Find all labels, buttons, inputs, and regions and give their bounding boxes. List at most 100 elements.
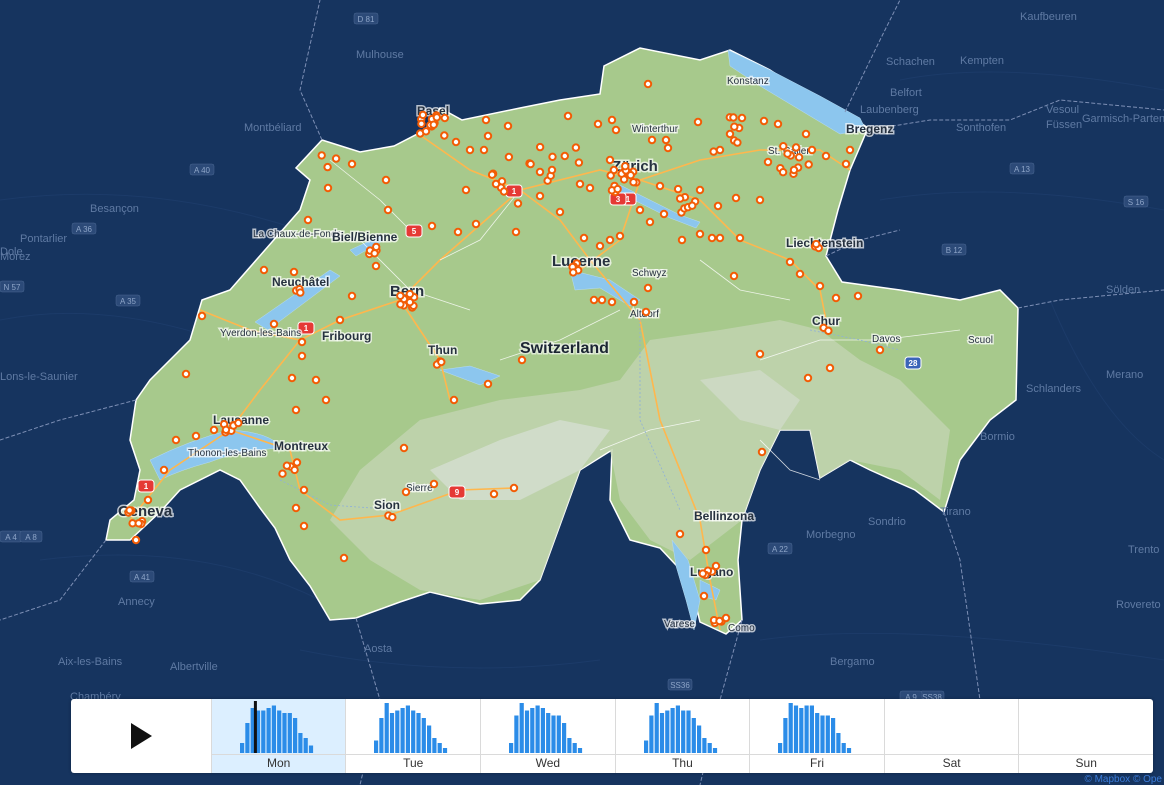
event-marker[interactable] bbox=[335, 315, 345, 325]
event-marker[interactable] bbox=[569, 268, 578, 277]
event-marker[interactable] bbox=[621, 162, 630, 171]
event-marker[interactable] bbox=[711, 561, 721, 571]
event-marker[interactable] bbox=[278, 469, 287, 478]
event-marker[interactable] bbox=[297, 351, 307, 361]
event-marker[interactable] bbox=[845, 145, 855, 155]
event-marker[interactable] bbox=[479, 145, 489, 155]
event-marker[interactable] bbox=[677, 235, 687, 245]
event-marker[interactable] bbox=[701, 545, 711, 555]
event-marker[interactable] bbox=[821, 151, 831, 161]
event-marker[interactable] bbox=[763, 157, 773, 167]
event-marker[interactable] bbox=[209, 425, 219, 435]
event-marker[interactable] bbox=[645, 217, 655, 227]
event-marker[interactable] bbox=[517, 355, 527, 365]
event-marker[interactable] bbox=[589, 295, 599, 305]
event-marker[interactable] bbox=[730, 122, 739, 131]
event-marker[interactable] bbox=[269, 319, 279, 329]
event-marker[interactable] bbox=[783, 149, 792, 158]
event-marker[interactable] bbox=[713, 201, 723, 211]
event-marker[interactable] bbox=[465, 145, 475, 155]
event-marker[interactable] bbox=[824, 326, 833, 335]
event-marker[interactable] bbox=[548, 152, 557, 162]
event-marker[interactable] bbox=[635, 205, 645, 215]
event-marker[interactable] bbox=[605, 235, 615, 245]
event-marker[interactable] bbox=[323, 162, 332, 172]
event-marker[interactable] bbox=[715, 145, 725, 155]
map-attribution[interactable]: © Mapbox © Ope bbox=[1084, 774, 1162, 785]
event-marker[interactable] bbox=[735, 233, 745, 243]
event-marker[interactable] bbox=[641, 307, 651, 317]
event-marker[interactable] bbox=[721, 613, 731, 623]
event-marker[interactable] bbox=[401, 487, 411, 497]
event-marker[interactable] bbox=[290, 465, 299, 475]
event-marker[interactable] bbox=[795, 269, 805, 279]
event-marker[interactable] bbox=[131, 535, 141, 545]
event-marker[interactable] bbox=[803, 373, 813, 383]
event-marker[interactable] bbox=[437, 357, 446, 367]
event-marker[interactable] bbox=[489, 489, 499, 499]
event-marker[interactable] bbox=[709, 147, 718, 156]
event-marker[interactable] bbox=[779, 142, 788, 151]
event-marker[interactable] bbox=[259, 265, 269, 275]
event-marker[interactable] bbox=[731, 193, 741, 203]
event-marker[interactable] bbox=[291, 405, 301, 415]
event-marker[interactable] bbox=[729, 113, 738, 122]
event-marker[interactable] bbox=[323, 183, 333, 193]
event-marker[interactable] bbox=[755, 195, 765, 205]
event-marker[interactable] bbox=[853, 291, 863, 301]
event-marker[interactable] bbox=[440, 113, 449, 123]
event-marker[interactable] bbox=[321, 395, 331, 405]
event-marker[interactable] bbox=[579, 233, 589, 243]
event-marker[interactable] bbox=[655, 181, 665, 191]
event-marker[interactable] bbox=[511, 227, 521, 237]
event-marker[interactable] bbox=[626, 171, 635, 180]
event-marker[interactable] bbox=[451, 137, 461, 147]
event-marker[interactable] bbox=[372, 242, 381, 252]
event-marker[interactable] bbox=[673, 184, 683, 194]
event-marker[interactable] bbox=[575, 179, 585, 189]
event-marker[interactable] bbox=[297, 337, 307, 347]
event-marker[interactable] bbox=[171, 435, 181, 445]
event-marker[interactable] bbox=[715, 233, 725, 243]
event-marker[interactable] bbox=[597, 295, 607, 305]
event-marker[interactable] bbox=[526, 159, 535, 169]
event-marker[interactable] bbox=[659, 209, 669, 219]
event-marker[interactable] bbox=[487, 170, 497, 179]
event-marker[interactable] bbox=[347, 291, 357, 301]
event-marker[interactable] bbox=[773, 119, 783, 129]
event-marker[interactable] bbox=[757, 447, 767, 457]
event-marker[interactable] bbox=[755, 349, 765, 359]
event-marker[interactable] bbox=[282, 461, 292, 470]
event-marker[interactable] bbox=[707, 233, 717, 243]
event-marker[interactable] bbox=[418, 110, 428, 120]
event-marker[interactable] bbox=[234, 418, 243, 428]
event-marker[interactable] bbox=[560, 151, 569, 161]
day-tab-wed[interactable]: Wed bbox=[480, 699, 615, 773]
event-marker[interactable] bbox=[831, 293, 841, 303]
event-marker[interactable] bbox=[825, 363, 835, 373]
event-marker[interactable] bbox=[643, 79, 653, 89]
event-marker[interactable] bbox=[791, 143, 801, 152]
event-marker[interactable] bbox=[595, 241, 605, 251]
event-marker[interactable] bbox=[661, 135, 671, 145]
event-marker[interactable] bbox=[695, 185, 705, 195]
event-marker[interactable] bbox=[347, 159, 357, 169]
event-marker[interactable] bbox=[607, 115, 617, 125]
event-marker[interactable] bbox=[801, 129, 811, 139]
event-marker[interactable] bbox=[535, 191, 545, 201]
event-marker[interactable] bbox=[483, 379, 493, 389]
event-marker[interactable] bbox=[629, 178, 638, 187]
event-marker[interactable] bbox=[331, 154, 341, 163]
event-marker[interactable] bbox=[125, 506, 134, 515]
event-marker[interactable] bbox=[381, 175, 391, 185]
event-marker[interactable] bbox=[449, 395, 459, 405]
event-marker[interactable] bbox=[405, 298, 415, 307]
event-marker[interactable] bbox=[159, 465, 169, 475]
event-marker[interactable] bbox=[143, 495, 153, 505]
event-marker[interactable] bbox=[647, 135, 657, 145]
event-marker[interactable] bbox=[535, 167, 545, 177]
event-marker[interactable] bbox=[432, 113, 441, 122]
event-marker[interactable] bbox=[383, 205, 393, 215]
event-marker[interactable] bbox=[785, 257, 795, 267]
day-tab-sun[interactable]: Sun bbox=[1018, 699, 1153, 773]
